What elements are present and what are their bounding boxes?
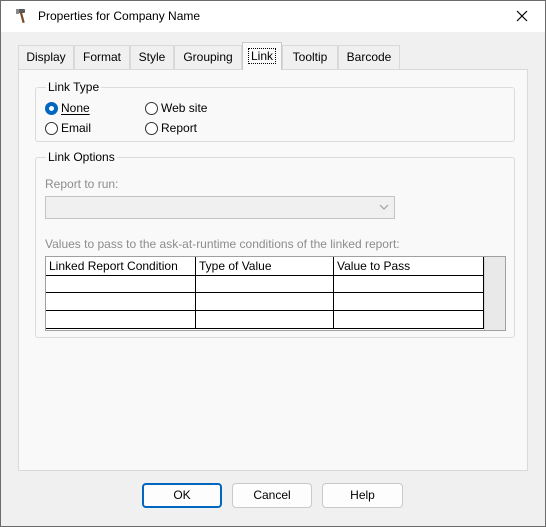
radio-checked-indicator [45, 101, 58, 115]
help-button[interactable]: Help [322, 483, 403, 508]
tab-format[interactable]: Format [74, 45, 130, 69]
table-cell[interactable] [196, 293, 334, 311]
table-cell[interactable] [46, 293, 196, 311]
table-row[interactable] [46, 311, 484, 329]
close-button[interactable] [499, 1, 545, 32]
grid-scrollbar[interactable] [484, 257, 505, 330]
radio-unchecked-indicator [145, 121, 158, 135]
table-cell[interactable] [46, 275, 196, 293]
link-type-label: Link Type [46, 80, 102, 94]
ok-button[interactable]: OK [142, 483, 222, 508]
table-cell[interactable] [46, 311, 196, 329]
properties-dialog: Properties for Company Name Display Form… [0, 0, 546, 527]
close-icon [516, 10, 528, 22]
radio-report[interactable]: Report [145, 121, 197, 135]
table-cell[interactable] [334, 311, 484, 329]
column-header-linked-report-condition[interactable]: Linked Report Condition [46, 257, 196, 275]
tab-display[interactable]: Display [18, 45, 74, 69]
grid-header: Linked Report Condition Type of Value Va… [46, 257, 484, 276]
table-row[interactable] [46, 275, 484, 293]
table-cell[interactable] [334, 293, 484, 311]
tab-tooltip[interactable]: Tooltip [282, 45, 338, 69]
values-to-pass-label: Values to pass to the ask-at-runtime con… [45, 237, 400, 251]
tab-grouping[interactable]: Grouping [174, 45, 242, 69]
column-header-value-to-pass[interactable]: Value to Pass [334, 257, 484, 275]
cancel-button[interactable]: Cancel [232, 483, 312, 508]
link-type-group: Link Type None Web site Email Report [35, 80, 515, 142]
report-to-run-label: Report to run: [45, 177, 119, 191]
link-tab-panel: Link Type None Web site Email Report Lin… [18, 69, 528, 471]
tab-barcode[interactable]: Barcode [338, 45, 400, 69]
column-header-type-of-value[interactable]: Type of Value [196, 257, 334, 275]
table-cell[interactable] [196, 311, 334, 329]
link-options-label: Link Options [46, 150, 117, 164]
link-options-group: Link Options Report to run: Values to pa… [35, 150, 515, 338]
table-cell[interactable] [334, 275, 484, 293]
report-to-run-dropdown[interactable] [45, 196, 395, 219]
title-bar: Properties for Company Name [1, 1, 545, 32]
hammer-app-icon [14, 7, 32, 25]
tab-link[interactable]: Link [242, 42, 282, 70]
radio-none[interactable]: None [45, 101, 90, 115]
table-cell[interactable] [196, 275, 334, 293]
radio-email[interactable]: Email [45, 121, 91, 135]
radio-unchecked-indicator [45, 121, 58, 135]
tab-style[interactable]: Style [130, 45, 174, 69]
table-row[interactable] [46, 293, 484, 311]
radio-unchecked-indicator [145, 101, 158, 115]
window-title: Properties for Company Name [38, 9, 201, 23]
linked-conditions-grid[interactable]: Linked Report Condition Type of Value Va… [45, 256, 506, 331]
chevron-down-icon [379, 204, 389, 210]
radio-web-site[interactable]: Web site [145, 101, 207, 115]
